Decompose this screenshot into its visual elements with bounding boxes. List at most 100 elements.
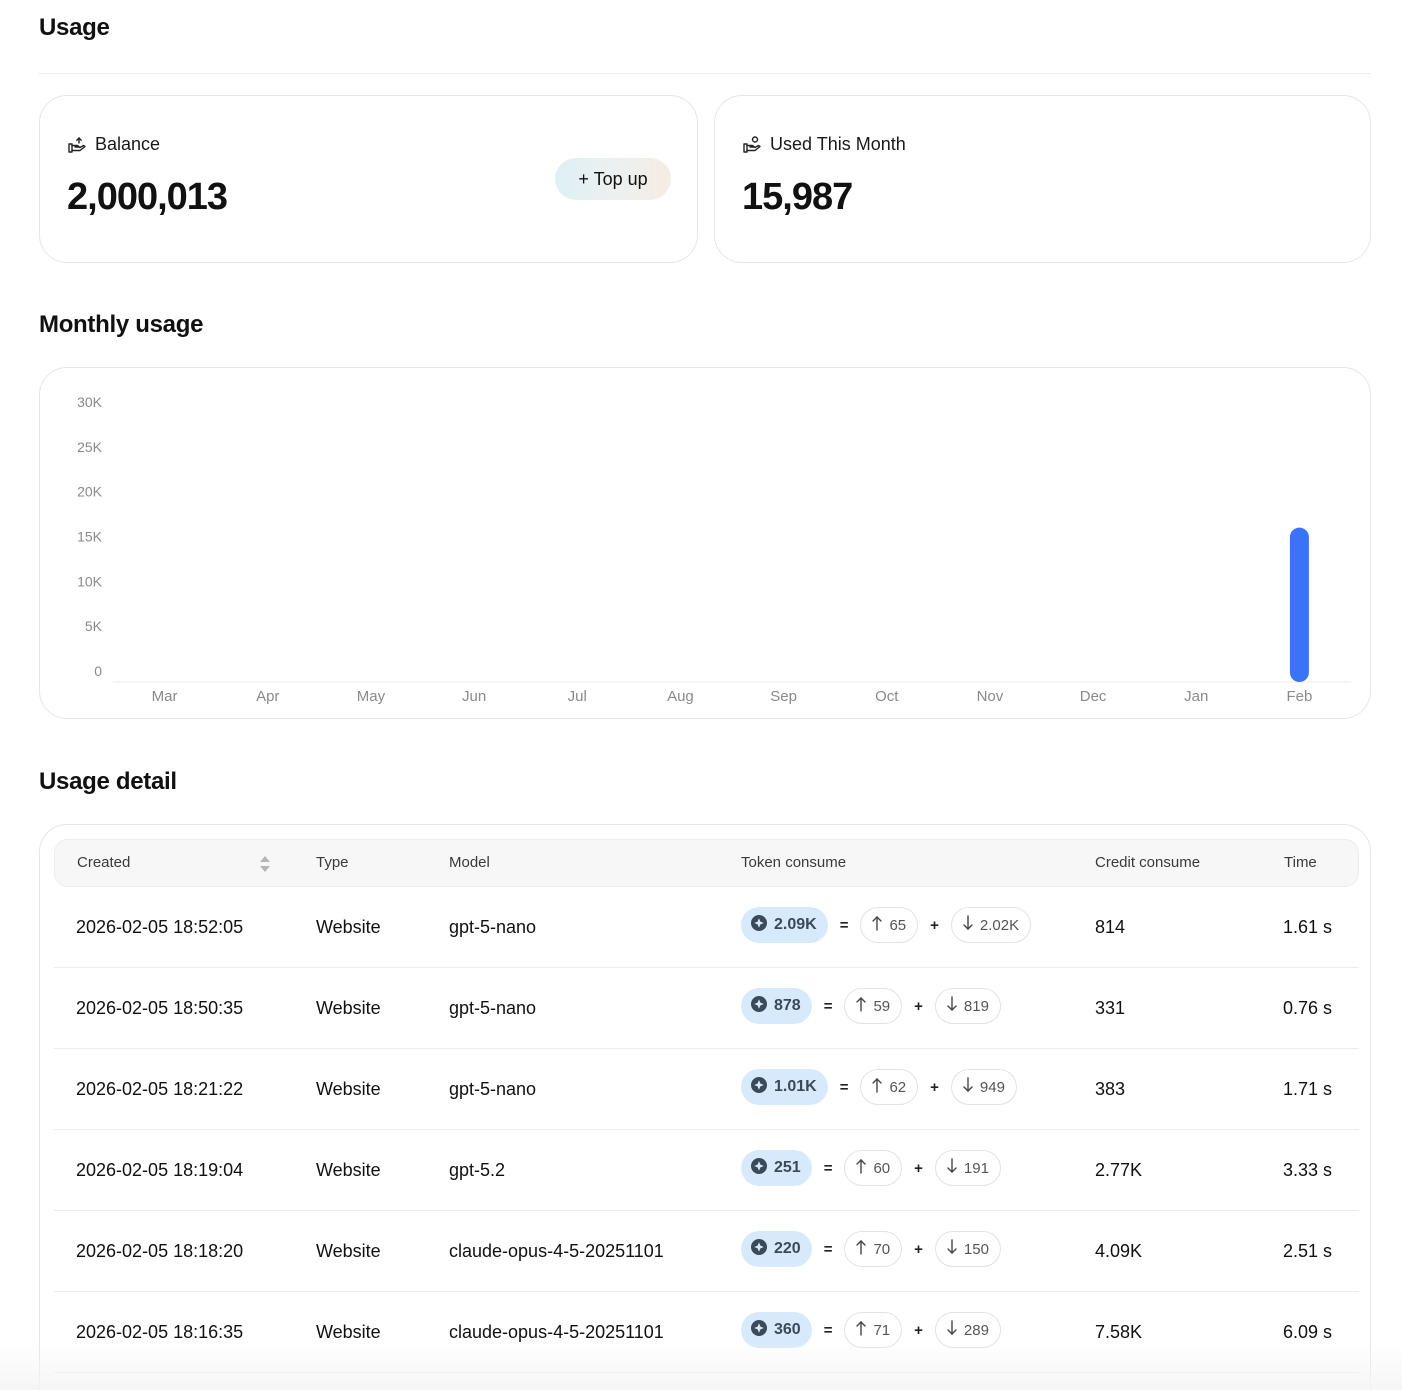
cell-created: 2026-02-05 18:50:35 xyxy=(76,998,244,1018)
cell-credit: 7.58K xyxy=(1095,1322,1143,1342)
coins-hand-icon xyxy=(742,135,762,155)
arrow-up-icon xyxy=(855,996,867,1016)
token-breakdown: 2.09K = 65 +2.02K xyxy=(741,907,1032,943)
token-icon xyxy=(750,1157,768,1180)
x-tick-label: Aug xyxy=(667,688,694,705)
input-tokens: 65 xyxy=(889,916,907,934)
table-row: 2026-02-05 18:18:20 Website claude-opus-4-… xyxy=(54,1211,1359,1292)
input-tokens: 60 xyxy=(873,1159,891,1177)
x-tick-label: Nov xyxy=(977,688,1004,705)
token-total-badge: 220 xyxy=(741,1231,812,1267)
arrow-down-icon xyxy=(946,996,958,1016)
output-tokens: 2.02K xyxy=(979,916,1020,934)
cell-time: 6.09 s xyxy=(1283,1322,1333,1342)
cell-type: Website xyxy=(316,1241,381,1261)
arrow-down-icon xyxy=(946,1158,958,1178)
y-tick-label: 0 xyxy=(94,663,102,679)
cell-credit: 814 xyxy=(1095,917,1126,937)
table-row: 2026-02-05 18:16:35 Website claude-opus-4-… xyxy=(54,1292,1359,1373)
balance-card: Balance 2,000,013 + Top up xyxy=(39,95,698,263)
token-total: 1.01K xyxy=(774,1078,817,1095)
x-tick-label: Jun xyxy=(462,688,486,705)
arrow-up-icon xyxy=(871,915,883,935)
column-time: Time xyxy=(1284,854,1317,871)
x-tick-label: May xyxy=(357,688,386,705)
column-created[interactable]: Created xyxy=(77,840,130,886)
cell-time: 1.71 s xyxy=(1283,1079,1333,1099)
cell-type: Website xyxy=(316,1160,381,1180)
table-row: 2026-02-05 18:19:04 Website gpt-5.2 251 = 60 +… xyxy=(54,1130,1359,1211)
output-tokens-pill: 191 xyxy=(934,1150,1001,1186)
column-token-consume: Token consume xyxy=(741,854,847,871)
arrow-up-icon xyxy=(855,1239,867,1259)
output-tokens-pill: 819 xyxy=(934,988,1001,1024)
top-up-button[interactable]: + Top up xyxy=(555,158,671,200)
token-breakdown: 878 = 59 +819 xyxy=(741,988,1001,1024)
cell-type: Website xyxy=(316,1079,381,1099)
balance-value: 2,000,013 xyxy=(67,176,228,218)
cell-credit: 2.77K xyxy=(1095,1160,1143,1180)
token-icon xyxy=(750,1238,768,1261)
table-row: 2026-02-05 18:21:22 Website gpt-5-nano 1.01… xyxy=(54,1049,1359,1130)
x-tick-label: Oct xyxy=(875,688,899,705)
plus-sign: + xyxy=(914,997,923,1015)
token-icon xyxy=(750,995,768,1018)
input-tokens: 62 xyxy=(889,1078,907,1096)
token-icon xyxy=(750,1319,768,1342)
cell-model: gpt-5.2 xyxy=(449,1160,506,1180)
input-tokens-pill: 71 xyxy=(844,1312,903,1348)
x-tick-label: Jan xyxy=(1184,688,1208,705)
wallet-icon xyxy=(67,135,87,155)
used-this-month-card: Used This Month 15,987 xyxy=(714,95,1371,263)
equals-sign: = xyxy=(839,1078,849,1096)
sort-icon[interactable] xyxy=(259,854,271,879)
input-tokens-pill: 60 xyxy=(844,1150,903,1186)
column-credit-consume: Credit consume xyxy=(1095,854,1201,871)
cell-model: claude-opus-4-5-20251101 xyxy=(449,1241,664,1261)
header-divider xyxy=(39,73,1371,74)
y-tick-label: 20K xyxy=(77,484,103,500)
arrow-down-icon xyxy=(962,1077,974,1097)
output-tokens-pill: 2.02K xyxy=(950,907,1032,943)
cell-model: gpt-5-nano xyxy=(449,917,537,937)
cell-credit: 4.09K xyxy=(1095,1241,1143,1261)
equals-sign: = xyxy=(823,1321,833,1339)
table-row: 2026-02-05 18:52:05 Website gpt-5-nano 2.09… xyxy=(54,887,1359,968)
x-tick-label: Apr xyxy=(256,688,279,705)
token-breakdown: 1.01K = 62 +949 xyxy=(741,1069,1017,1105)
cell-time: 0.76 s xyxy=(1283,998,1333,1018)
input-tokens-pill: 70 xyxy=(844,1231,903,1267)
balance-label-row: Balance xyxy=(67,134,160,155)
output-tokens: 819 xyxy=(963,997,989,1015)
token-icon xyxy=(750,914,768,937)
x-tick-label: Dec xyxy=(1080,688,1107,705)
token-total: 2.09K xyxy=(774,916,817,933)
used-label-row: Used This Month xyxy=(742,134,906,155)
token-breakdown: 251 = 60 +191 xyxy=(741,1150,1001,1186)
column-model: Model xyxy=(449,854,490,871)
cell-time: 2.51 s xyxy=(1283,1241,1333,1261)
cell-credit: 383 xyxy=(1095,1079,1126,1099)
cell-type: Website xyxy=(316,998,381,1018)
used-label: Used This Month xyxy=(770,134,906,154)
arrow-up-icon xyxy=(855,1320,867,1340)
cell-time: 1.61 s xyxy=(1283,917,1333,937)
token-total-badge: 2.09K xyxy=(741,907,828,943)
x-tick-label: Sep xyxy=(770,688,797,705)
output-tokens: 949 xyxy=(979,1078,1005,1096)
token-total-badge: 878 xyxy=(741,988,812,1024)
cell-created: 2026-02-05 18:18:20 xyxy=(76,1241,244,1261)
equals-sign: = xyxy=(823,1159,833,1177)
token-icon xyxy=(750,1076,768,1099)
usage-detail-table: Created Type Model Token consume Credit … xyxy=(39,824,1371,1390)
cell-created: 2026-02-05 18:19:04 xyxy=(76,1160,244,1180)
token-breakdown: 220 = 70 +150 xyxy=(741,1231,1001,1267)
balance-label: Balance xyxy=(95,134,161,154)
usage-detail-title: Usage detail xyxy=(39,768,177,795)
bar-feb[interactable] xyxy=(1289,527,1309,682)
table-header: Created Type Model Token consume Credit … xyxy=(54,839,1359,887)
token-breakdown: 360 = 71 +289 xyxy=(741,1312,1001,1348)
cell-type: Website xyxy=(316,1322,381,1342)
y-tick-label: 5K xyxy=(85,618,103,634)
arrow-down-icon xyxy=(946,1239,958,1259)
